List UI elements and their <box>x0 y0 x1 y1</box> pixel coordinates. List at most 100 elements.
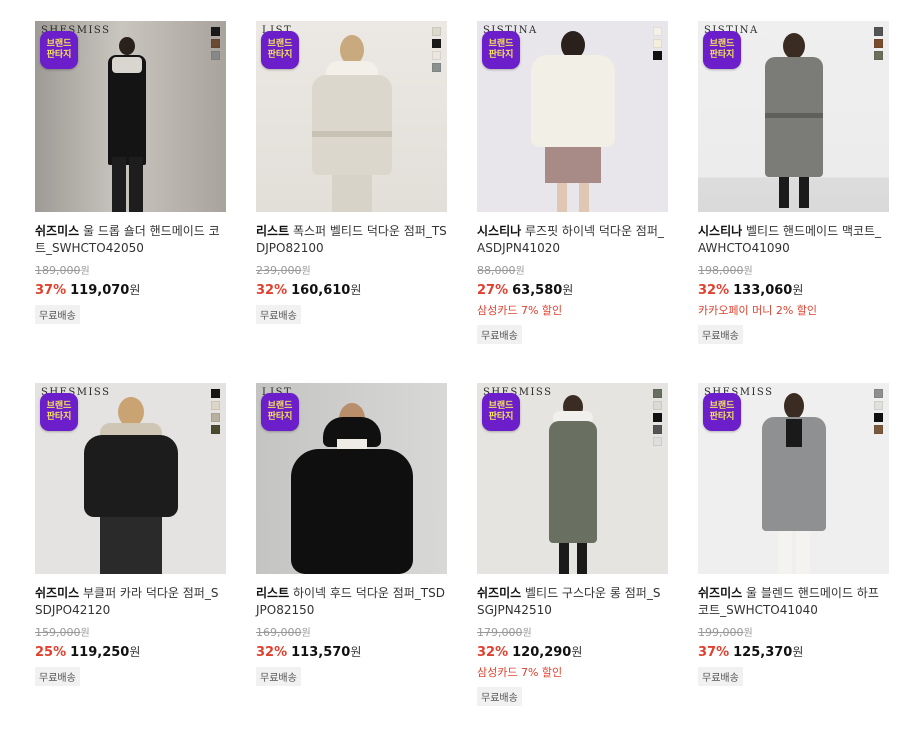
product-image[interactable]: SISTINA 브랜드 판타지 <box>477 21 668 212</box>
discount-rate: 25% <box>35 645 67 660</box>
color-swatch[interactable] <box>432 39 441 48</box>
brand-fantasy-badge: 브랜드 판타지 <box>40 393 78 431</box>
color-swatch[interactable] <box>653 413 662 422</box>
product-image[interactable]: SHESMISS 브랜드 판타지 <box>477 383 668 574</box>
product-title[interactable]: 리스트 폭스퍼 벨티드 덕다운 점퍼_TSDJPO82100 <box>256 223 447 257</box>
color-swatch[interactable] <box>874 27 883 36</box>
product-title[interactable]: 리스트 하이넥 후드 덕다운 점퍼_TSDJPO82150 <box>256 585 447 619</box>
color-swatch[interactable] <box>874 401 883 410</box>
brand-fantasy-badge: 브랜드 판타지 <box>482 31 520 69</box>
product-card[interactable]: SHESMISS 브랜드 판타지 쉬즈미스 울 블렌드 핸드메이드 하프코트_S… <box>698 383 889 745</box>
badge-line2: 판타지 <box>267 50 293 60</box>
product-brand: 쉬즈미스 <box>477 586 522 600</box>
sale-price-value: 160,610 <box>291 283 351 298</box>
brand-fantasy-badge: 브랜드 판타지 <box>482 393 520 431</box>
product-title[interactable]: 시스티나 루즈핏 하이넥 덕다운 점퍼_ASDJPN41020 <box>477 223 668 257</box>
brand-fantasy-badge: 브랜드 판타지 <box>40 31 78 69</box>
sale-price: 37% 119,070원 <box>35 281 226 298</box>
color-swatches <box>874 389 883 434</box>
color-swatch[interactable] <box>874 413 883 422</box>
product-card[interactable]: SISTINA 브랜드 판타지 시스티나 루즈핏 하이넥 덕다운 점퍼_ASDJ… <box>477 21 668 383</box>
sale-price-value: 63,580 <box>512 283 563 298</box>
badge-line1: 브랜드 <box>267 401 293 411</box>
color-swatch[interactable] <box>653 27 662 36</box>
badge-line2: 판타지 <box>267 412 293 422</box>
color-swatch[interactable] <box>211 27 220 36</box>
original-price-value: 199,000 <box>698 626 744 639</box>
original-price-value: 169,000 <box>256 626 302 639</box>
currency-unit: 원 <box>129 283 141 297</box>
product-card[interactable]: LIST 브랜드 판타지 리스트 폭스퍼 벨티드 덕다운 점퍼_TSDJPO82… <box>256 21 447 383</box>
sale-price: 27% 63,580원 <box>477 281 668 298</box>
color-swatch[interactable] <box>211 401 220 410</box>
currency-unit: 원 <box>80 266 90 277</box>
color-swatch[interactable] <box>653 389 662 398</box>
color-swatch[interactable] <box>874 425 883 434</box>
sale-price-value: 119,250 <box>70 645 130 660</box>
original-price: 179,000원 <box>477 624 668 639</box>
color-swatch[interactable] <box>211 389 220 398</box>
product-title[interactable]: 시스티나 벨티드 핸드메이드 맥코트_AWHCTO41090 <box>698 223 889 257</box>
color-swatch[interactable] <box>653 425 662 434</box>
color-swatch[interactable] <box>211 51 220 60</box>
color-swatch[interactable] <box>211 39 220 48</box>
product-brand: 시스티나 <box>477 224 522 238</box>
product-brand: 쉬즈미스 <box>35 224 80 238</box>
sale-price: 32% 133,060원 <box>698 281 889 298</box>
product-image[interactable]: LIST 브랜드 판타지 <box>256 21 447 212</box>
badge-line1: 브랜드 <box>709 39 735 49</box>
sale-price: 32% 120,290원 <box>477 643 668 660</box>
discount-rate: 32% <box>477 645 509 660</box>
color-swatch[interactable] <box>874 39 883 48</box>
product-image[interactable]: SHESMISS 브랜드 판타지 <box>35 383 226 574</box>
product-card[interactable]: SHESMISS 브랜드 판타지 쉬즈미스 벨티드 구스다운 롱 점퍼_SSGJ… <box>477 383 668 745</box>
currency-unit: 원 <box>350 645 362 659</box>
currency-unit: 원 <box>80 628 90 639</box>
currency-unit: 원 <box>743 266 753 277</box>
currency-unit: 원 <box>129 645 141 659</box>
product-title[interactable]: 쉬즈미스 울 블렌드 핸드메이드 하프코트_SWHCTO41040 <box>698 585 889 619</box>
color-swatch[interactable] <box>432 27 441 36</box>
discount-rate: 32% <box>698 283 730 298</box>
product-card[interactable]: LIST 브랜드 판타지 리스트 하이넥 후드 덕다운 점퍼_TSDJPO821… <box>256 383 447 745</box>
original-price-value: 88,000 <box>477 264 516 277</box>
product-image[interactable]: SISTINA 브랜드 판타지 <box>698 21 889 212</box>
product-card[interactable]: SISTINA 브랜드 판타지 시스티나 벨티드 핸드메이드 맥코트_AWHCT… <box>698 21 889 383</box>
badge-line1: 브랜드 <box>46 401 72 411</box>
card-promo: 카카오페이 머니 2% 할인 <box>698 304 818 317</box>
color-swatch[interactable] <box>211 413 220 422</box>
original-price-value: 239,000 <box>256 264 302 277</box>
color-swatch[interactable] <box>432 51 441 60</box>
color-swatch[interactable] <box>874 389 883 398</box>
sale-price-value: 125,370 <box>733 645 793 660</box>
currency-unit: 원 <box>350 283 362 297</box>
color-swatch[interactable] <box>874 51 883 60</box>
currency-unit: 원 <box>522 628 532 639</box>
color-swatches <box>211 389 220 434</box>
product-title[interactable]: 쉬즈미스 벨티드 구스다운 롱 점퍼_SSGJPN42510 <box>477 585 668 619</box>
free-shipping-tag: 무료배송 <box>35 667 80 686</box>
product-image[interactable]: LIST 브랜드 판타지 <box>256 383 447 574</box>
color-swatch[interactable] <box>211 425 220 434</box>
color-swatches <box>653 389 662 446</box>
color-swatch[interactable] <box>653 39 662 48</box>
currency-unit: 원 <box>562 283 574 297</box>
badge-line2: 판타지 <box>488 412 514 422</box>
color-swatches <box>211 27 220 60</box>
product-title[interactable]: 쉬즈미스 울 드롭 숄더 핸드메이드 코트_SWHCTO42050 <box>35 223 226 257</box>
product-image[interactable]: SHESMISS 브랜드 판타지 <box>698 383 889 574</box>
free-shipping-tag: 무료배송 <box>256 305 301 324</box>
discount-rate: 32% <box>256 283 288 298</box>
color-swatch[interactable] <box>432 63 441 72</box>
brand-fantasy-badge: 브랜드 판타지 <box>261 31 299 69</box>
product-card[interactable]: SHESMISS 브랜드 판타지 쉬즈미스 부클퍼 카라 덕다운 점퍼_SSDJ… <box>35 383 226 745</box>
product-card[interactable]: SHESMISS 브랜드 판타지 쉬즈미스 울 드롭 숄더 핸드메이드 코트_S… <box>35 21 226 383</box>
product-brand: 쉬즈미스 <box>698 586 743 600</box>
color-swatch[interactable] <box>653 401 662 410</box>
product-image[interactable]: SHESMISS 브랜드 판타지 <box>35 21 226 212</box>
color-swatch[interactable] <box>653 437 662 446</box>
original-price: 189,000원 <box>35 262 226 277</box>
color-swatch[interactable] <box>653 51 662 60</box>
badge-line1: 브랜드 <box>46 39 72 49</box>
product-title[interactable]: 쉬즈미스 부클퍼 카라 덕다운 점퍼_SSDJPO42120 <box>35 585 226 619</box>
